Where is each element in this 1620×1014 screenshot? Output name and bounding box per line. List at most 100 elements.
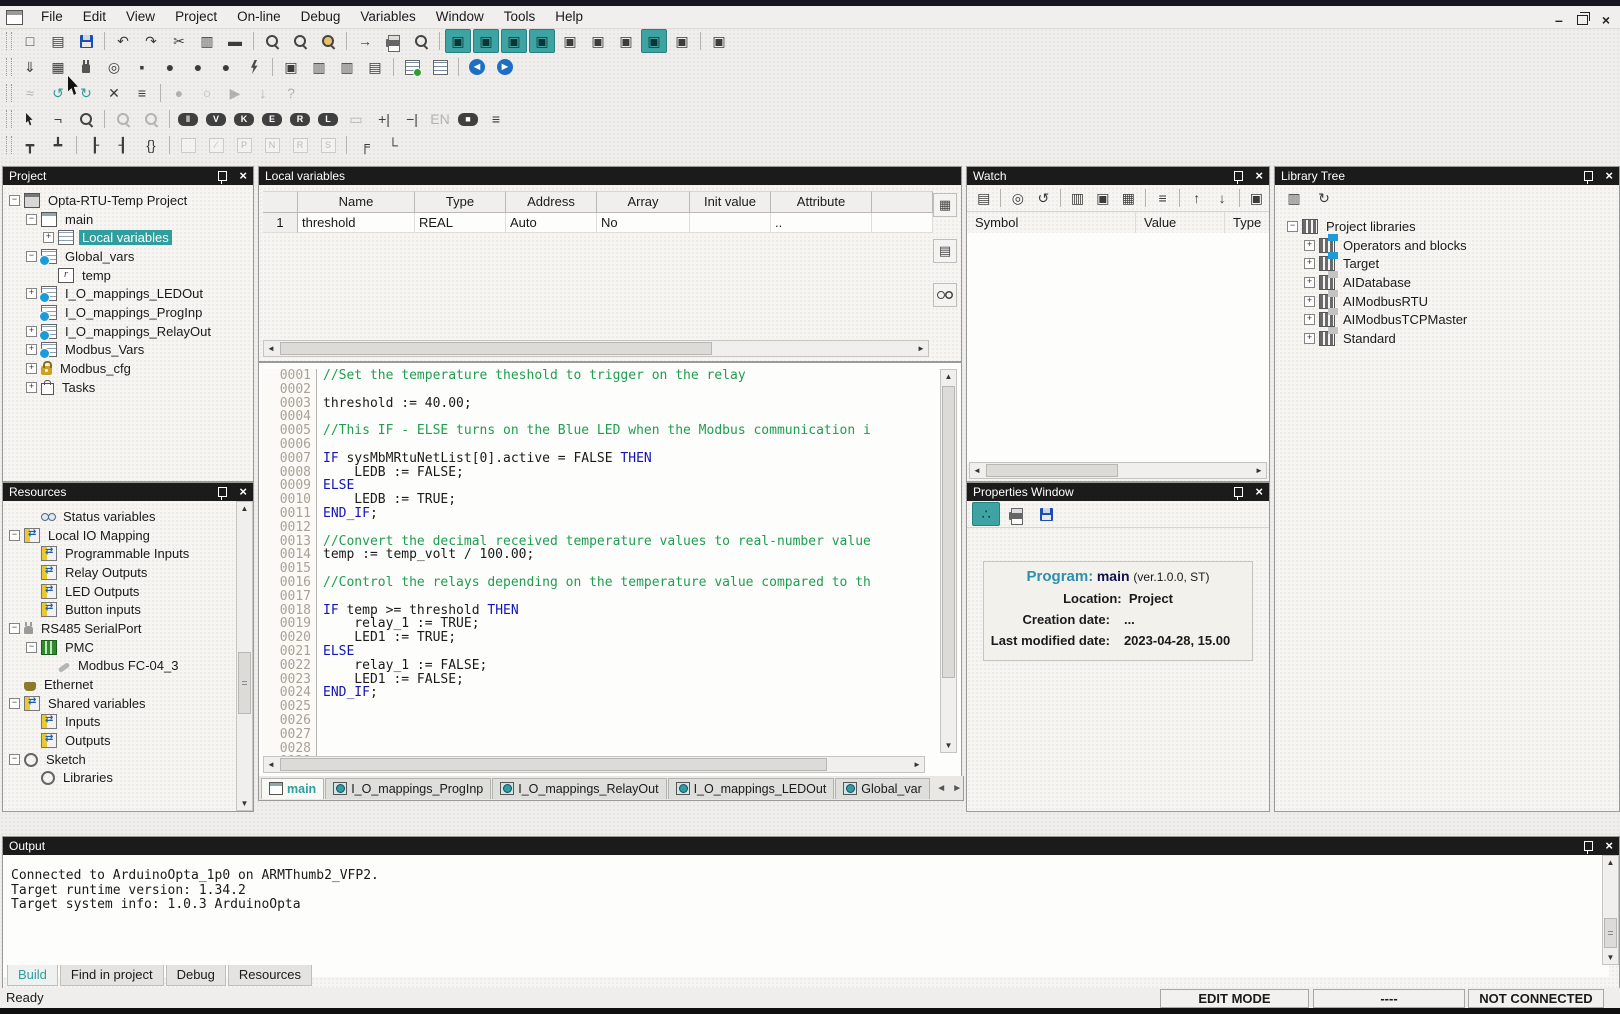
expand-icon[interactable]: + xyxy=(1304,296,1315,307)
editor-horizontal-scrollbar[interactable]: ◄ ► xyxy=(263,756,925,773)
navigate-forward-button[interactable]: ► xyxy=(492,55,518,79)
tree-item-inputs[interactable]: Inputs xyxy=(3,713,237,732)
tree-item-local-io-mapping[interactable]: −Local IO Mapping xyxy=(3,526,237,545)
tree-item-i-o-mappings-relayout[interactable]: +I_O_mappings_RelayOut xyxy=(3,322,253,341)
scroll-left-icon[interactable]: ◄ xyxy=(266,344,276,353)
column-header-array[interactable]: Array xyxy=(597,191,690,213)
menu-variables[interactable]: Variables xyxy=(350,7,425,26)
ladder-network-button[interactable]: ‖ xyxy=(175,107,201,131)
tab-scroll-right-icon[interactable]: ► xyxy=(951,783,964,794)
cell-name[interactable]: threshold xyxy=(298,213,415,233)
disconnect-button[interactable]: ✕ xyxy=(101,81,127,105)
tree-item-i-o-mappings-proginp[interactable]: I_O_mappings_ProgInp xyxy=(3,303,253,322)
flash-write-button[interactable] xyxy=(241,55,267,79)
tree-item-sketch[interactable]: −Sketch xyxy=(3,750,237,769)
output-tab-build[interactable]: Build xyxy=(7,965,58,986)
toggle-operators-window-button[interactable]: ▣ xyxy=(613,29,639,53)
save-watch-list-button[interactable]: ▥ xyxy=(1066,186,1089,210)
io-list-button[interactable]: ≡ xyxy=(483,107,509,131)
expand-icon[interactable]: + xyxy=(1304,277,1315,288)
expand-icon[interactable]: + xyxy=(1304,314,1315,325)
pin-icon[interactable] xyxy=(1584,841,1593,851)
save-project-button[interactable] xyxy=(73,29,99,53)
import-object-button[interactable]: → xyxy=(352,29,378,53)
coil-v-button[interactable]: V xyxy=(203,107,229,131)
output-tab-find-in-project[interactable]: Find in project xyxy=(60,965,164,986)
debug-play-button[interactable]: ▶ xyxy=(222,81,248,105)
expand-icon[interactable]: + xyxy=(1304,333,1315,344)
toggle-project-window-button[interactable]: ▣ xyxy=(445,29,471,53)
stack-windows-button[interactable]: ▣ xyxy=(1245,186,1268,210)
toggle-tools-window-button[interactable]: ▣ xyxy=(585,29,611,53)
cell-array[interactable]: No xyxy=(597,213,690,233)
jump-flag-button[interactable]: ╒ xyxy=(352,133,378,157)
st-code-editor[interactable]: 0001//Set the temperature theshold to tr… xyxy=(258,362,962,778)
undo-button[interactable]: ↶ xyxy=(110,29,136,53)
column-header-name[interactable]: Name xyxy=(298,191,415,213)
scrollbar-thumb[interactable] xyxy=(1604,918,1617,948)
watch-list-area[interactable] xyxy=(967,233,1269,463)
collapse-icon[interactable]: − xyxy=(9,754,20,765)
scrollbar-thumb[interactable] xyxy=(942,386,955,678)
box-negate-button[interactable]: ∕ xyxy=(203,133,229,157)
project-window-button[interactable]: ▣ xyxy=(278,55,304,79)
menu-file[interactable]: File xyxy=(31,7,73,26)
scroll-down-icon[interactable]: ▼ xyxy=(941,741,956,750)
tree-item-led-outputs[interactable]: LED Outputs xyxy=(3,582,237,601)
form-view-button[interactable]: ▤ xyxy=(362,55,388,79)
scroll-up-icon[interactable]: ▲ xyxy=(237,504,252,513)
scroll-left-icon[interactable]: ◄ xyxy=(972,466,982,475)
column-header-blank[interactable] xyxy=(872,191,933,213)
tree-item-button-inputs[interactable]: Button inputs xyxy=(3,600,237,619)
save-properties-button[interactable] xyxy=(1032,502,1060,526)
scroll-down-icon[interactable]: ▼ xyxy=(1603,953,1618,962)
insert-item-button[interactable]: ▤ xyxy=(972,186,995,210)
box-s-button[interactable]: S xyxy=(315,133,341,157)
close-icon[interactable]: × xyxy=(1605,840,1613,852)
menu-edit[interactable]: Edit xyxy=(73,7,116,26)
tree-item-libraries[interactable]: Libraries xyxy=(3,769,237,788)
restore-button[interactable] xyxy=(1577,15,1588,25)
column-header-init-value[interactable]: Init value xyxy=(690,191,771,213)
new-project-button[interactable]: □ xyxy=(17,29,43,53)
table-row[interactable]: 1thresholdREALAutoNo.. xyxy=(263,213,927,233)
grid-view-button[interactable]: ▦ xyxy=(933,193,957,217)
branch-up-button[interactable]: ┻ xyxy=(45,133,71,157)
minimize-button[interactable]: – xyxy=(1555,13,1563,27)
cell-extra[interactable] xyxy=(872,213,933,233)
close-button[interactable]: × xyxy=(1602,13,1610,27)
expand-icon[interactable]: + xyxy=(26,288,37,299)
tree-item-relay-outputs[interactable]: Relay Outputs xyxy=(3,563,237,582)
tree-item-tasks[interactable]: +Tasks xyxy=(3,378,253,397)
tree-item-modbus-cfg[interactable]: +Modbus_cfg xyxy=(3,359,253,378)
fullscreen-button[interactable]: ▣ xyxy=(706,29,732,53)
collapse-icon[interactable]: − xyxy=(26,642,37,653)
paste-button[interactable]: ▬ xyxy=(222,29,248,53)
scrollbar-thumb[interactable] xyxy=(986,464,1118,477)
menu-help[interactable]: Help xyxy=(545,7,593,26)
connection-tool-button[interactable]: ¬ xyxy=(45,107,71,131)
scroll-right-icon[interactable]: ► xyxy=(912,760,922,769)
tree-item-outputs[interactable]: Outputs xyxy=(3,731,237,750)
menu-on-line[interactable]: On-line xyxy=(227,7,291,26)
tree-item-shared-variables[interactable]: −Shared variables xyxy=(3,694,237,713)
network-config-button[interactable]: ≈ xyxy=(17,81,43,105)
tree-item-pmc[interactable]: −PMC xyxy=(3,638,237,657)
debug-step-button[interactable]: ↓ xyxy=(250,81,276,105)
print-properties-button[interactable] xyxy=(1002,502,1030,526)
watch-hscrollbar[interactable]: ◄ ► xyxy=(969,462,1267,479)
tree-item-ethernet[interactable]: Ethernet xyxy=(3,675,237,694)
column-header-address[interactable]: Address xyxy=(506,191,597,213)
braces-block-button[interactable]: {} xyxy=(138,133,164,157)
coil-e-button[interactable]: E xyxy=(259,107,285,131)
build-all-button[interactable]: ▦ xyxy=(45,55,71,79)
navigate-back-button[interactable]: ◄ xyxy=(464,55,490,79)
expand-icon[interactable]: + xyxy=(1304,258,1315,269)
close-icon[interactable]: × xyxy=(1255,486,1263,498)
scroll-up-icon[interactable]: ▲ xyxy=(1603,858,1618,867)
scroll-left-icon[interactable]: ◄ xyxy=(266,760,276,769)
copy-button[interactable]: ▥ xyxy=(194,29,220,53)
zoom-out-button[interactable] xyxy=(138,107,164,131)
source-browser-button[interactable]: ▥ xyxy=(306,55,332,79)
expand-icon[interactable]: + xyxy=(26,344,37,355)
